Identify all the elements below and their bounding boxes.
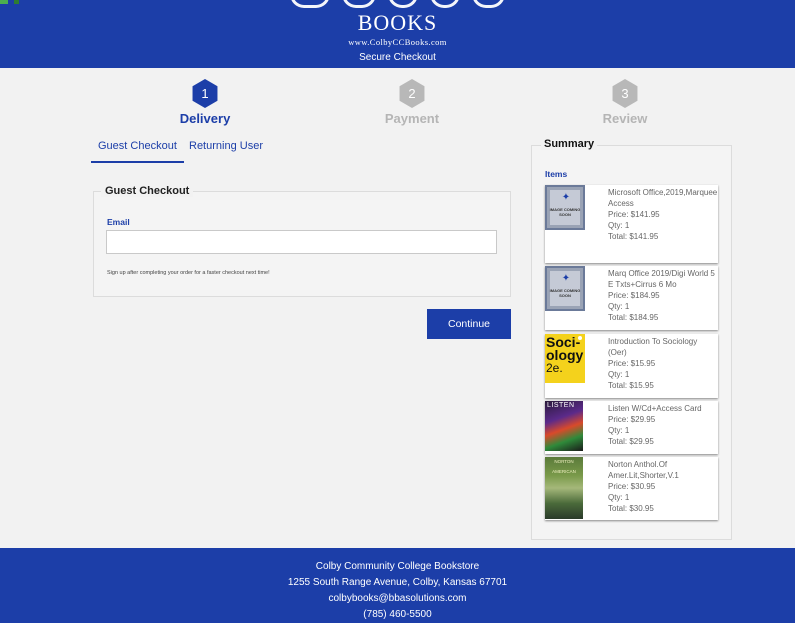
item-qty: Qty: 1 <box>608 493 630 502</box>
logo-website: www.ColbyCCBooks.com <box>348 37 447 47</box>
cart-item: Soci- ology 2e. Introduction To Sociolog… <box>545 334 718 398</box>
item-price: Price: $184.95 <box>608 291 660 300</box>
signup-note: Sign up after completing your order for … <box>107 270 270 276</box>
cart-item: ✦ IMAGE COMING SOON Microsoft Office,2019… <box>545 185 718 263</box>
step-review: 3 Review <box>565 79 685 126</box>
placeholder-logo-icon: ✦ <box>561 192 571 203</box>
item-name: Listen W/Cd+Access Card <box>608 404 702 413</box>
step-label: Delivery <box>179 111 231 126</box>
site-footer: Colby Community College Bookstore 1255 S… <box>0 548 795 623</box>
item-total: Total: $29.95 <box>608 437 654 446</box>
placeholder-logo-icon: ✦ <box>561 273 571 284</box>
footer-store-name: Colby Community College Bookstore <box>315 561 480 572</box>
item-price: Price: $29.95 <box>608 415 656 424</box>
extension-icon <box>0 0 8 4</box>
cart-item: ✦ IMAGE COMING SOON Marq Office 2019/Digi… <box>545 266 718 330</box>
item-qty: Qty: 1 <box>608 370 630 379</box>
step-3-hexagon-icon: 3 <box>612 79 638 108</box>
step-1-hexagon-icon: 1 <box>192 79 218 108</box>
item-price: Price: $30.95 <box>608 482 656 491</box>
item-total: Total: $184.95 <box>608 313 659 322</box>
item-qty: Qty: 1 <box>608 302 630 311</box>
items-heading: Items <box>545 169 568 179</box>
email-field[interactable] <box>106 230 497 254</box>
item-cover-image: Soci- ology 2e. <box>545 334 585 384</box>
item-price: Price: $141.95 <box>608 210 660 219</box>
item-total: Total: $30.95 <box>608 504 654 513</box>
footer-email-link[interactable]: colbybooks@bbasolutions.com <box>0 593 795 604</box>
active-tab-indicator <box>91 161 184 163</box>
cart-item: LISTEN Listen W/Cd+Access Card Price: $2… <box>545 401 718 454</box>
step-2-hexagon-icon: 2 <box>399 79 425 108</box>
item-cover-image: ✦ IMAGE COMING SOON <box>545 266 585 311</box>
item-cover-image: LISTEN <box>545 401 585 451</box>
item-name: Introduction To Sociology (Oer) <box>608 337 698 357</box>
logo-books-text[interactable]: BOOKS <box>0 10 795 36</box>
item-total: Total: $15.95 <box>608 381 654 390</box>
item-qty: Qty: 1 <box>608 221 630 230</box>
item-qty: Qty: 1 <box>608 426 630 435</box>
continue-button[interactable]: Continue <box>427 309 511 339</box>
site-header: BOOKS www.ColbyCCBooks.com Secure Checko… <box>0 0 795 68</box>
step-label: Review <box>602 111 648 126</box>
step-payment: 2 Payment <box>352 79 472 126</box>
step-label: Payment <box>384 111 440 126</box>
item-total: Total: $141.95 <box>608 232 659 241</box>
item-cover-image: ✦ IMAGE COMING SOON <box>545 185 585 230</box>
logo-graphic <box>290 0 505 8</box>
item-cover-image: NORTON AMERICAN <box>545 457 585 519</box>
step-delivery: 1 Delivery <box>145 79 265 126</box>
tab-guest-checkout[interactable]: Guest Checkout <box>98 140 177 152</box>
item-name: Norton Anthol.Of Amer.Lit,Shorter,V.1 <box>608 460 679 480</box>
item-price: Price: $15.95 <box>608 359 656 368</box>
secure-checkout-title: Secure Checkout <box>359 52 436 63</box>
summary-title: Summary <box>541 138 598 150</box>
item-name: Marq Office 2019/Digi World 5 E Txts+Cir… <box>608 269 715 289</box>
footer-phone: (785) 460-5500 <box>363 609 432 620</box>
tab-returning-user[interactable]: Returning User <box>189 140 263 152</box>
footer-address: 1255 South Range Avenue, Colby, Kansas 6… <box>287 577 508 588</box>
email-label: Email <box>107 217 130 227</box>
guest-checkout-legend: Guest Checkout <box>101 185 194 197</box>
cart-item: NORTON AMERICAN Norton Anthol.Of Amer.Li… <box>545 457 718 520</box>
extension-badge-icon <box>14 0 19 4</box>
item-name: Microsoft Office,2019,Marquee Access <box>608 188 718 208</box>
